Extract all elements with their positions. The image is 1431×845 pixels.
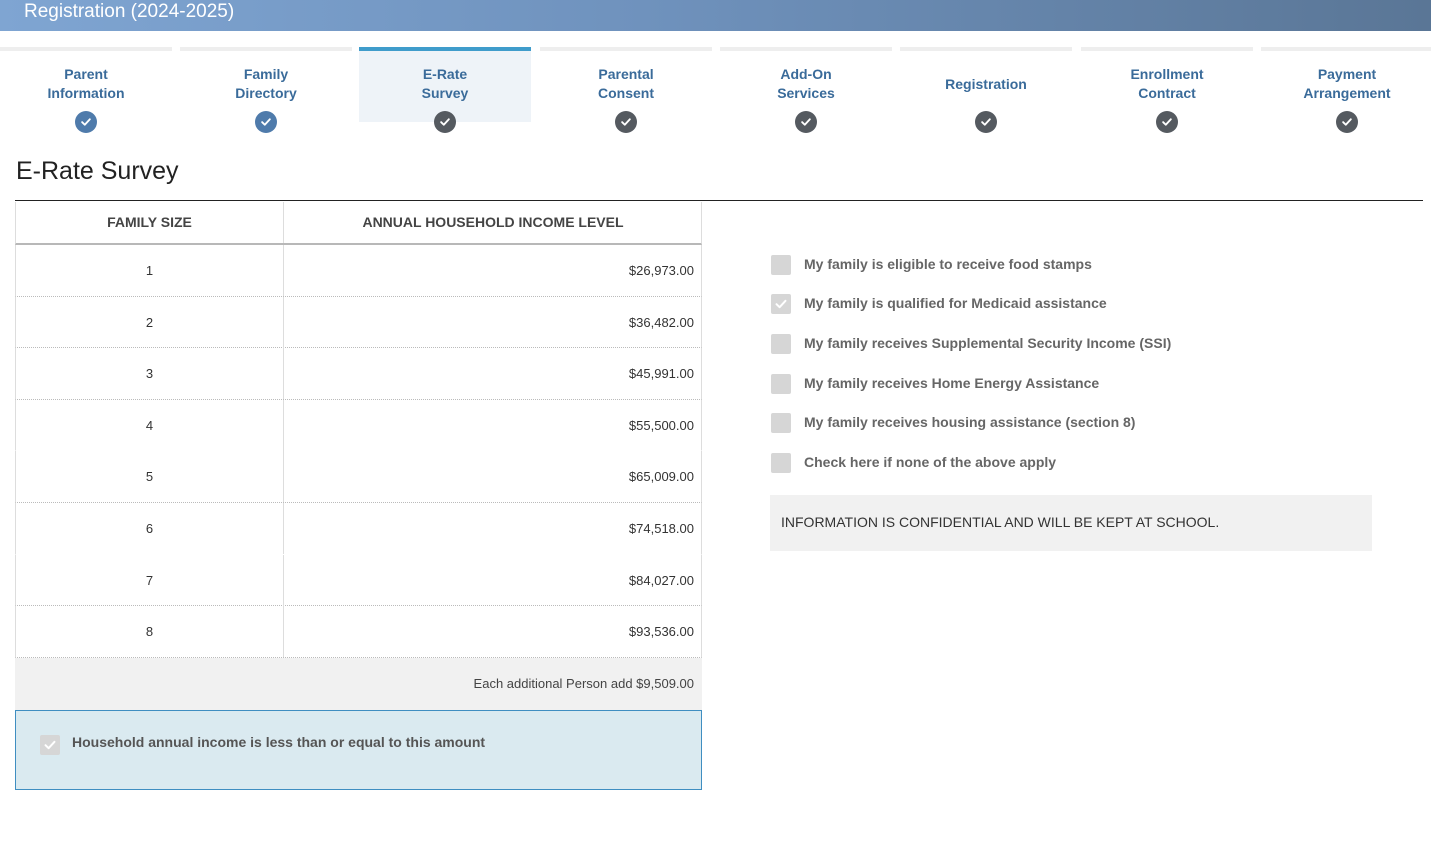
option-none: Check here if none of the above apply [771, 452, 1371, 474]
check-circle-icon [434, 111, 456, 133]
household-income-label[interactable]: Household annual income is less than or … [72, 734, 485, 750]
step-label: E-Rate Survey [421, 66, 469, 101]
check-circle-icon [1156, 111, 1178, 133]
option-ssi: My family receives Supplemental Security… [771, 333, 1371, 355]
household-income-checkbox[interactable] [40, 734, 60, 755]
step-label: Add-On Services [777, 66, 835, 101]
family-size-cell: 5 [16, 451, 284, 503]
check-circle-icon [255, 111, 277, 133]
income-cell: $65,009.00 [628, 469, 694, 485]
family-size-cell: 2 [16, 296, 284, 348]
step-label: Parental Consent [598, 66, 654, 101]
step-registration[interactable]: Registration [900, 47, 1072, 137]
income-cell: $45,991.00 [628, 366, 694, 382]
income-cell: $74,518.00 [628, 520, 694, 536]
table-row: 7 $84,027.00 [15, 554, 702, 607]
additional-person-note: Each additional Person add $9,509.00 [15, 657, 702, 710]
check-circle-icon [1336, 111, 1358, 133]
column-header-income-level: ANNUAL HOUSEHOLD INCOME LEVEL [362, 214, 624, 230]
option-label[interactable]: My family receives housing assistance (s… [804, 414, 1135, 430]
income-cell: $93,536.00 [628, 624, 694, 640]
income-cell: $84,027.00 [628, 572, 694, 588]
housing-checkbox[interactable] [771, 413, 791, 433]
option-label[interactable]: My family is qualified for Medicaid assi… [804, 295, 1107, 311]
step-e-rate-survey[interactable]: E-Rate Survey [359, 47, 531, 137]
step-parental-consent[interactable]: Parental Consent [540, 47, 712, 137]
step-label: Registration [945, 76, 1027, 92]
table-row: 1 $26,973.00 [15, 245, 702, 297]
option-medicaid: My family is qualified for Medicaid assi… [771, 293, 1371, 315]
household-income-box: Household annual income is less than or … [15, 709, 702, 790]
confidential-notice: INFORMATION IS CONFIDENTIAL AND WILL BE … [770, 495, 1372, 551]
step-add-on-services[interactable]: Add-On Services [720, 47, 892, 137]
income-cell: $26,973.00 [628, 263, 694, 278]
column-header-family-size: FAMILY SIZE [16, 202, 284, 243]
option-housing: My family receives housing assistance (s… [771, 412, 1371, 434]
checkmark-icon [44, 740, 56, 749]
income-cell: $36,482.00 [628, 314, 694, 330]
step-label: Enrollment Contract [1130, 66, 1204, 101]
table-row: 2 $36,482.00 [15, 296, 702, 349]
check-circle-icon [75, 111, 97, 133]
table-row: 6 $74,518.00 [15, 502, 702, 555]
family-size-cell: 3 [16, 348, 284, 400]
family-size-cell: 6 [16, 502, 284, 554]
step-label: Payment Arrangement [1303, 66, 1391, 101]
checkmark-icon [775, 299, 787, 309]
family-size-cell: 7 [16, 554, 284, 606]
registration-steps: Parent Information Family Directory E-Rate… [0, 47, 1431, 137]
step-family-directory[interactable]: Family Directory [180, 47, 352, 137]
option-label[interactable]: Check here if none of the above apply [804, 454, 1056, 470]
step-label: Family Directory [235, 66, 297, 101]
check-circle-icon [615, 111, 637, 133]
ssi-checkbox[interactable] [771, 334, 791, 354]
check-circle-icon [975, 111, 997, 133]
step-parent-information[interactable]: Parent Information [0, 47, 172, 137]
step-label: Parent Information [47, 66, 125, 101]
food-stamps-checkbox[interactable] [771, 255, 791, 275]
option-food-stamps: My family is eligible to receive food st… [771, 254, 1371, 276]
option-label[interactable]: My family receives Supplemental Security… [804, 335, 1171, 351]
step-payment-arrangement[interactable]: Payment Arrangement [1261, 47, 1431, 137]
table-header: FAMILY SIZE ANNUAL HOUSEHOLD INCOME LEVE… [15, 202, 702, 245]
option-label[interactable]: My family receives Home Energy Assistanc… [804, 375, 1099, 391]
app-title: Registration (2024-2025) [24, 1, 235, 22]
income-table: FAMILY SIZE ANNUAL HOUSEHOLD INCOME LEVE… [15, 202, 702, 790]
table-row: 8 $93,536.00 [15, 606, 702, 658]
table-row: 3 $45,991.00 [15, 348, 702, 400]
divider [15, 200, 1423, 201]
family-size-cell: 8 [16, 606, 284, 658]
table-row: 5 $65,009.00 [15, 451, 702, 503]
medicaid-checkbox[interactable] [771, 294, 791, 314]
table-row: 4 $55,500.00 [15, 399, 702, 452]
income-cell: $55,500.00 [628, 417, 694, 433]
option-label[interactable]: My family is eligible to receive food st… [804, 256, 1092, 272]
family-size-cell: 1 [16, 245, 284, 296]
family-size-cell: 4 [16, 399, 284, 451]
check-circle-icon [795, 111, 817, 133]
option-home-energy: My family receives Home Energy Assistanc… [771, 373, 1371, 395]
none-apply-checkbox[interactable] [771, 453, 791, 473]
step-enrollment-contract[interactable]: Enrollment Contract [1081, 47, 1253, 137]
app-header: Registration (2024-2025) [0, 0, 1431, 31]
page-title: E-Rate Survey [16, 157, 179, 185]
home-energy-checkbox[interactable] [771, 374, 791, 394]
